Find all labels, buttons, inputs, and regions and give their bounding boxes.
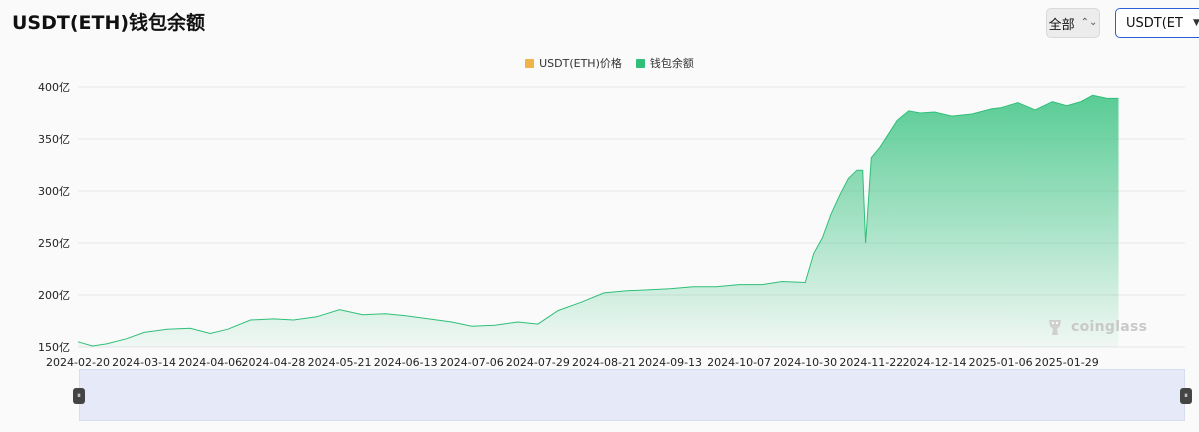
watermark: coinglass <box>1045 317 1147 337</box>
x-tick-label: 2024-11-22 <box>839 356 903 369</box>
balance-area <box>78 95 1119 347</box>
y-tick-label: 150亿 <box>38 341 70 354</box>
navigator-right-handle[interactable]: ⏸ <box>1180 388 1192 404</box>
x-tick-label: 2024-03-14 <box>112 356 176 369</box>
x-tick-label: 2024-09-13 <box>638 356 702 369</box>
x-tick-label: 2024-10-30 <box>773 356 837 369</box>
x-tick-label: 2024-05-21 <box>308 356 372 369</box>
x-tick-label: 2024-07-06 <box>440 356 504 369</box>
x-tick-label: 2024-02-20 <box>46 356 110 369</box>
x-tick-label: 2024-08-21 <box>572 356 636 369</box>
x-tick-label: 2024-07-29 <box>506 356 570 369</box>
y-axis: 150亿 200亿 250亿 300亿 350亿 400亿 <box>38 81 70 354</box>
coinglass-logo-icon <box>1049 320 1061 335</box>
navigator-left-handle[interactable]: ⏸ <box>73 388 85 404</box>
x-tick-label: 2025-01-29 <box>1035 356 1099 369</box>
y-tick-label: 200亿 <box>38 289 70 302</box>
balance-chart[interactable]: 150亿200亿250亿300亿350亿400亿 2024-02-20 2024-… <box>0 0 1199 432</box>
x-tick-label: 2024-04-06 <box>178 356 242 369</box>
x-tick-label: 2025-01-06 <box>969 356 1033 369</box>
x-tick-label: 2024-04-28 <box>241 356 305 369</box>
watermark-text: coinglass <box>1071 319 1148 335</box>
x-axis: 2024-02-20 2024-03-14 2024-04-06 2024-04-28… <box>46 356 1099 369</box>
y-tick-label: 400亿 <box>38 81 70 94</box>
x-tick-label: 2024-12-14 <box>903 356 967 369</box>
y-tick-label: 350亿 <box>38 133 70 146</box>
x-tick-label: 2024-10-07 <box>707 356 771 369</box>
series-balance <box>77 94 1119 347</box>
y-tick-label: 250亿 <box>38 237 70 250</box>
x-tick-label: 2024-06-13 <box>374 356 438 369</box>
y-tick-label: 300亿 <box>38 185 70 198</box>
range-navigator[interactable] <box>79 369 1185 421</box>
